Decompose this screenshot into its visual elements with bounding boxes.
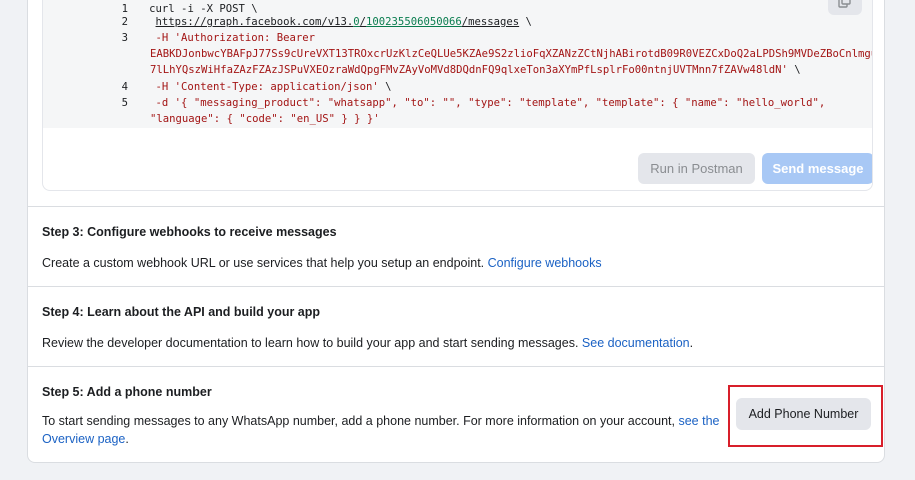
step-3-section: Step 3: Configure webhooks to receive me… (28, 206, 884, 286)
see-the-link[interactable]: see the (678, 414, 719, 428)
step-4-description: Review the developer documentation to le… (42, 334, 693, 352)
run-in-postman-button[interactable]: Run in Postman (638, 153, 755, 184)
step-3-title: Step 3: Configure webhooks to receive me… (42, 225, 337, 239)
step-4-title: Step 4: Learn about the API and build yo… (42, 305, 321, 319)
add-phone-number-button[interactable]: Add Phone Number (736, 398, 871, 430)
see-documentation-link[interactable]: See documentation (582, 336, 690, 350)
configure-webhooks-link[interactable]: Configure webhooks (488, 256, 602, 270)
send-message-button[interactable]: Send message (762, 153, 872, 184)
step-3-text: Create a custom webhook URL or use servi… (42, 256, 488, 270)
step-5-text: To start sending messages to any WhatsAp… (42, 414, 679, 428)
code-line-5-wrap: "language": { "code": "en_US" } } }' (99, 95, 872, 143)
overview-page-link[interactable]: Overview page (42, 432, 125, 446)
code-sample-panel: 1 curl -i -X POST \ 2 https://graph.face… (42, 0, 873, 191)
copy-code-button[interactable] (828, 0, 862, 15)
step-5-title: Step 5: Add a phone number (42, 385, 212, 399)
step-5-description: To start sending messages to any WhatsAp… (42, 412, 722, 448)
step-3-description: Create a custom webhook URL or use servi… (42, 254, 602, 272)
getting-started-card: 1 curl -i -X POST \ 2 https://graph.face… (27, 0, 885, 463)
step-5-period: . (125, 432, 129, 446)
step-4-period: . (689, 336, 694, 350)
step-4-text: Review the developer documentation to le… (42, 336, 582, 350)
step-4-section: Step 4: Learn about the API and build yo… (28, 286, 884, 366)
code-block: 1 curl -i -X POST \ 2 https://graph.face… (43, 0, 872, 128)
copy-icon (838, 0, 851, 8)
code-string: "language": { "code": "en_US" } } }' (150, 113, 380, 125)
